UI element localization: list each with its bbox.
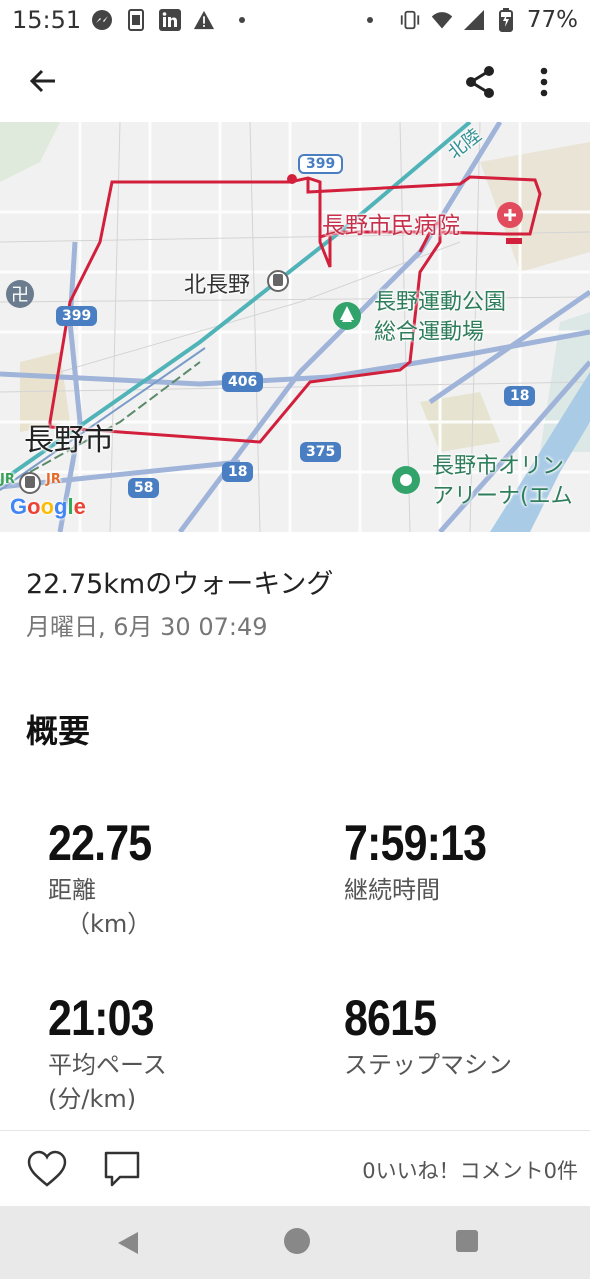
arena-name-line1: 長野市オリン [432,454,565,479]
summary-title: 概要 [26,712,91,750]
battery-charging-icon [495,8,517,32]
stat-distance-label: 距離 [48,876,96,904]
notification-dot-icon [239,17,246,23]
stat-pace-value: 21:03 [48,990,155,1046]
stat-distance-unit: （km） [66,910,152,938]
share-icon [466,66,494,98]
sim-icon [125,9,147,31]
stat-pace: 21:03 平均ペース (分/km) [48,990,171,1116]
warning-icon [193,9,215,31]
stat-distance: 22.75 距離 （km） [48,815,168,941]
stat-pace-unit: (分/km) [48,1085,137,1113]
comment-icon [104,1151,140,1187]
road-shield-399-left: 399 [56,306,98,326]
map-label-hospital[interactable]: 長野市民病院 [322,206,460,240]
stat-steps-value: 8615 [344,990,437,1046]
status-bar: 15:51 77% [0,0,590,40]
google-logo: Google [10,494,86,519]
park-name-line1: 長野運動公園 [374,290,507,315]
map-label-park[interactable]: 長野運動公園 総合運動場 [374,288,506,348]
stat-duration-value: 7:59:13 [344,815,487,871]
nav-recents-icon[interactable] [456,1230,478,1252]
map-label-jr-1: JR [0,472,15,487]
stat-duration-label: 継続時間 [344,876,440,904]
share-button[interactable] [458,60,502,104]
nav-home-icon[interactable] [284,1228,310,1254]
more-vert-icon [540,67,548,97]
stat-distance-value: 22.75 [48,815,152,871]
road-shield-18-bottom: 18 [222,462,254,482]
road-shield-58: 58 [128,478,160,498]
arena-name-line2: アリーナ(エム [432,484,573,509]
stat-steps: 8615 ステップマシン [344,990,512,1082]
stat-steps-label: ステップマシン [344,1051,512,1079]
like-button[interactable] [26,1149,68,1189]
status-time: 15:51 [12,6,82,34]
notification-dot-icon [366,17,373,23]
more-options-button[interactable] [524,60,564,104]
road-shield-406: 406 [222,372,264,392]
map-label-arena[interactable]: 長野市オリン アリーナ(エム [432,452,573,512]
activity-title: 22.75kmのウォーキング [26,569,334,600]
svg-text:卍: 卍 [11,285,29,306]
road-shield-399-top: 399 [298,154,344,174]
action-bar: 0いいね！コメント0件 [0,1130,590,1206]
messenger-icon [91,9,113,31]
road-shield-18-right: 18 [504,386,536,406]
back-button[interactable] [22,60,64,102]
vibrate-icon [399,9,421,31]
like-comment-counts[interactable]: 0いいね！コメント0件 [362,1155,578,1185]
stat-duration: 7:59:13 継続時間 [344,815,509,907]
road-shield-375: 375 [300,442,342,462]
wifi-icon [431,9,453,31]
map-label-kita-nagano[interactable]: 北長野 [184,267,250,299]
nav-back-icon[interactable] [116,1230,140,1256]
map-label-jr-2: JR [46,472,61,487]
app-bar [0,40,590,122]
stat-pace-label: 平均ペース [48,1051,167,1079]
system-navigation-bar [0,1206,590,1279]
signal-icon [463,9,485,31]
park-name-line2: 総合運動場 [374,320,485,345]
system-icons: 77% [366,7,578,33]
battery-percent: 77% [526,7,578,33]
route-map[interactable]: 卍 長野市民病院 北長野 長野運動公園 総合運動場 長野市 長野市オリン アリー… [0,122,590,532]
activity-date: 月曜日, 6月 30 07:49 [26,613,268,641]
map-label-city: 長野市 [24,423,114,458]
comment-button[interactable] [102,1149,144,1191]
heart-icon [27,1150,67,1187]
back-arrow-icon [29,69,55,93]
notification-icons [91,9,246,31]
linkedin-icon [159,9,182,31]
